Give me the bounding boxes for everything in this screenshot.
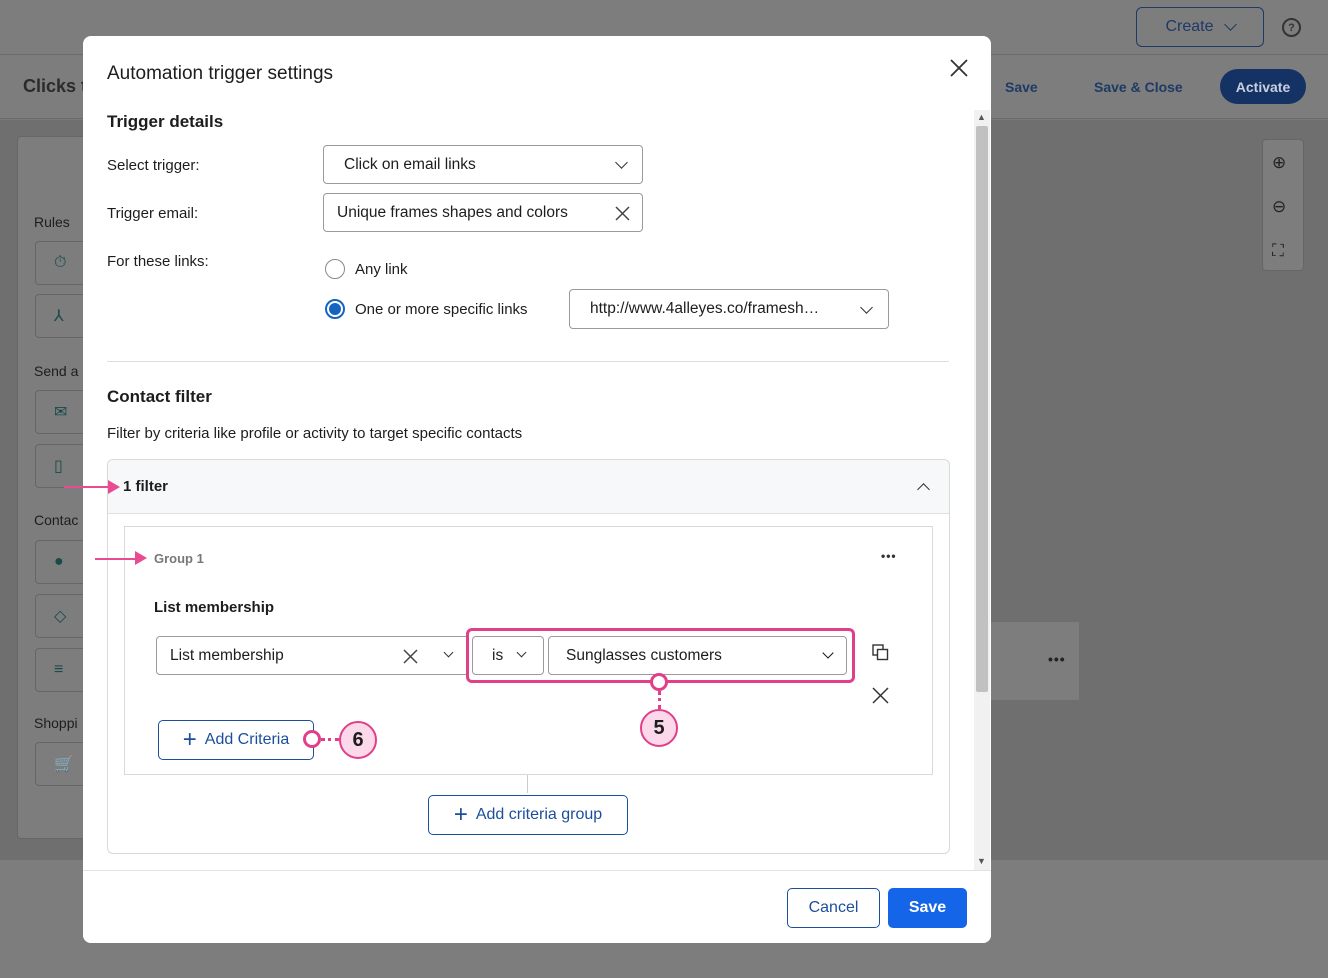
trigger-select-value: Click on email links bbox=[344, 155, 476, 173]
tag-icon: ◇ bbox=[54, 608, 67, 625]
clear-icon[interactable] bbox=[614, 205, 631, 222]
scrollbar-thumb[interactable] bbox=[976, 126, 988, 692]
radio-any-link-label: Any link bbox=[355, 261, 408, 278]
contact-tool[interactable]: ● bbox=[35, 540, 87, 584]
cancel-button[interactable]: Cancel bbox=[787, 888, 880, 928]
split-icon: ⅄ bbox=[54, 308, 64, 325]
filter-panel: 1 filter Group 1 ••• List membership Lis… bbox=[107, 459, 950, 854]
remove-criteria-icon[interactable] bbox=[872, 687, 889, 704]
filter-count: 1 filter bbox=[123, 478, 169, 495]
create-button[interactable]: Create bbox=[1136, 7, 1264, 47]
fit-screen-icon[interactable]: ⛶ bbox=[1272, 241, 1284, 261]
rules-label: Rules bbox=[34, 214, 70, 230]
pointer-arrow-filter bbox=[64, 486, 110, 488]
duplicate-icon[interactable] bbox=[872, 644, 889, 661]
cart-tool[interactable]: 🛒 bbox=[35, 742, 87, 786]
chevron-down-icon bbox=[443, 647, 454, 658]
select-trigger-label: Select trigger: bbox=[107, 157, 200, 174]
modal-footer: Cancel Save bbox=[83, 870, 991, 943]
links-label: For these links: bbox=[107, 253, 209, 270]
phone-icon: ▯ bbox=[54, 458, 63, 475]
email-tool[interactable]: ✉ bbox=[35, 390, 87, 434]
add-criteria-group-button[interactable]: + Add criteria group bbox=[428, 795, 628, 835]
chevron-down-icon bbox=[615, 156, 628, 169]
contact-filter-description: Filter by criteria like profile or activ… bbox=[107, 425, 523, 442]
arrow-head-icon bbox=[108, 480, 120, 494]
page-title: Clicks t bbox=[23, 76, 88, 96]
canvas-card bbox=[991, 622, 1079, 700]
trigger-settings-modal: Automation trigger settings Trigger deta… bbox=[83, 36, 991, 943]
trigger-select[interactable]: Click on email links bbox=[323, 145, 643, 184]
group-name: Group 1 bbox=[154, 551, 204, 566]
criteria-heading: List membership bbox=[154, 599, 275, 616]
pointer-arrow-group bbox=[95, 558, 137, 560]
create-label: Create bbox=[1165, 18, 1214, 35]
callout-5-connector bbox=[658, 691, 661, 709]
send-label: Send a bbox=[34, 363, 79, 379]
zoom-in-icon[interactable]: ⊕ bbox=[1272, 153, 1286, 173]
scroll-up-icon[interactable]: ▲ bbox=[977, 112, 986, 122]
split-tool[interactable]: ⅄ bbox=[35, 294, 87, 338]
tag-tool[interactable]: ◇ bbox=[35, 594, 87, 638]
list-icon: ≡ bbox=[54, 661, 64, 678]
trigger-email-label: Trigger email: bbox=[107, 205, 199, 222]
link-select[interactable]: http://www.4alleyes.co/framesh… bbox=[569, 289, 889, 329]
card-menu-icon[interactable]: ••• bbox=[1048, 651, 1066, 667]
section-divider bbox=[107, 361, 949, 362]
shopping-label: Shoppi bbox=[34, 715, 78, 731]
plus-icon: + bbox=[453, 801, 468, 828]
chevron-down-icon bbox=[1223, 17, 1237, 31]
sms-tool[interactable]: ▯ bbox=[35, 444, 87, 488]
add-criteria-button[interactable]: + Add Criteria bbox=[158, 720, 314, 760]
timer-tool[interactable]: ⏱ bbox=[35, 241, 87, 285]
help-icon[interactable]: ? bbox=[1282, 18, 1301, 37]
header-save-button[interactable]: Save bbox=[1005, 79, 1038, 95]
group-connector bbox=[527, 775, 528, 793]
timer-icon: ⏱ bbox=[54, 254, 67, 271]
list-tool[interactable]: ≡ bbox=[35, 648, 87, 692]
save-button[interactable]: Save bbox=[888, 888, 967, 928]
cart-icon: 🛒 bbox=[54, 756, 74, 773]
criteria-field-select[interactable]: List membership bbox=[156, 636, 469, 675]
callout-6-connector bbox=[321, 738, 339, 741]
close-icon[interactable] bbox=[947, 56, 971, 80]
callout-6: 6 bbox=[339, 721, 377, 759]
radio-any-link[interactable] bbox=[325, 259, 345, 279]
activate-button[interactable]: Activate bbox=[1220, 69, 1306, 104]
add-criteria-label: Add Criteria bbox=[204, 731, 290, 748]
callout-6-anchor bbox=[303, 730, 321, 748]
chevron-down-icon bbox=[860, 301, 873, 314]
add-group-label: Add criteria group bbox=[475, 806, 603, 823]
radio-specific-links-label: One or more specific links bbox=[355, 301, 528, 318]
criteria-group: Group 1 ••• List membership List members… bbox=[124, 526, 933, 775]
arrow-head-icon bbox=[135, 551, 147, 565]
modal-body: Trigger details Select trigger: Click on… bbox=[83, 110, 991, 870]
callout-5-anchor bbox=[650, 673, 668, 691]
save-close-button[interactable]: Save & Close bbox=[1094, 79, 1183, 95]
radio-specific-links[interactable] bbox=[325, 299, 345, 319]
contact-label: Contac bbox=[34, 512, 79, 528]
callout-5: 5 bbox=[640, 709, 678, 747]
plus-icon: + bbox=[182, 726, 197, 753]
criteria-field-value: List membership bbox=[170, 646, 284, 664]
clear-icon[interactable] bbox=[402, 648, 419, 665]
trigger-details-heading: Trigger details bbox=[107, 112, 224, 131]
scroll-down-icon[interactable]: ▼ bbox=[977, 856, 986, 866]
zoom-out-icon[interactable]: ⊖ bbox=[1272, 197, 1286, 217]
filter-header[interactable]: 1 filter bbox=[108, 460, 949, 514]
chevron-up-icon[interactable] bbox=[917, 483, 930, 496]
person-icon: ● bbox=[54, 553, 64, 570]
modal-title: Automation trigger settings bbox=[107, 63, 334, 84]
group-menu-icon[interactable]: ••• bbox=[881, 549, 897, 563]
trigger-email-field[interactable]: Unique frames shapes and colors bbox=[323, 193, 643, 232]
email-icon: ✉ bbox=[54, 404, 68, 421]
contact-filter-heading: Contact filter bbox=[107, 387, 212, 406]
trigger-email-value: Unique frames shapes and colors bbox=[337, 203, 568, 221]
link-select-value: http://www.4alleyes.co/framesh… bbox=[590, 300, 820, 317]
